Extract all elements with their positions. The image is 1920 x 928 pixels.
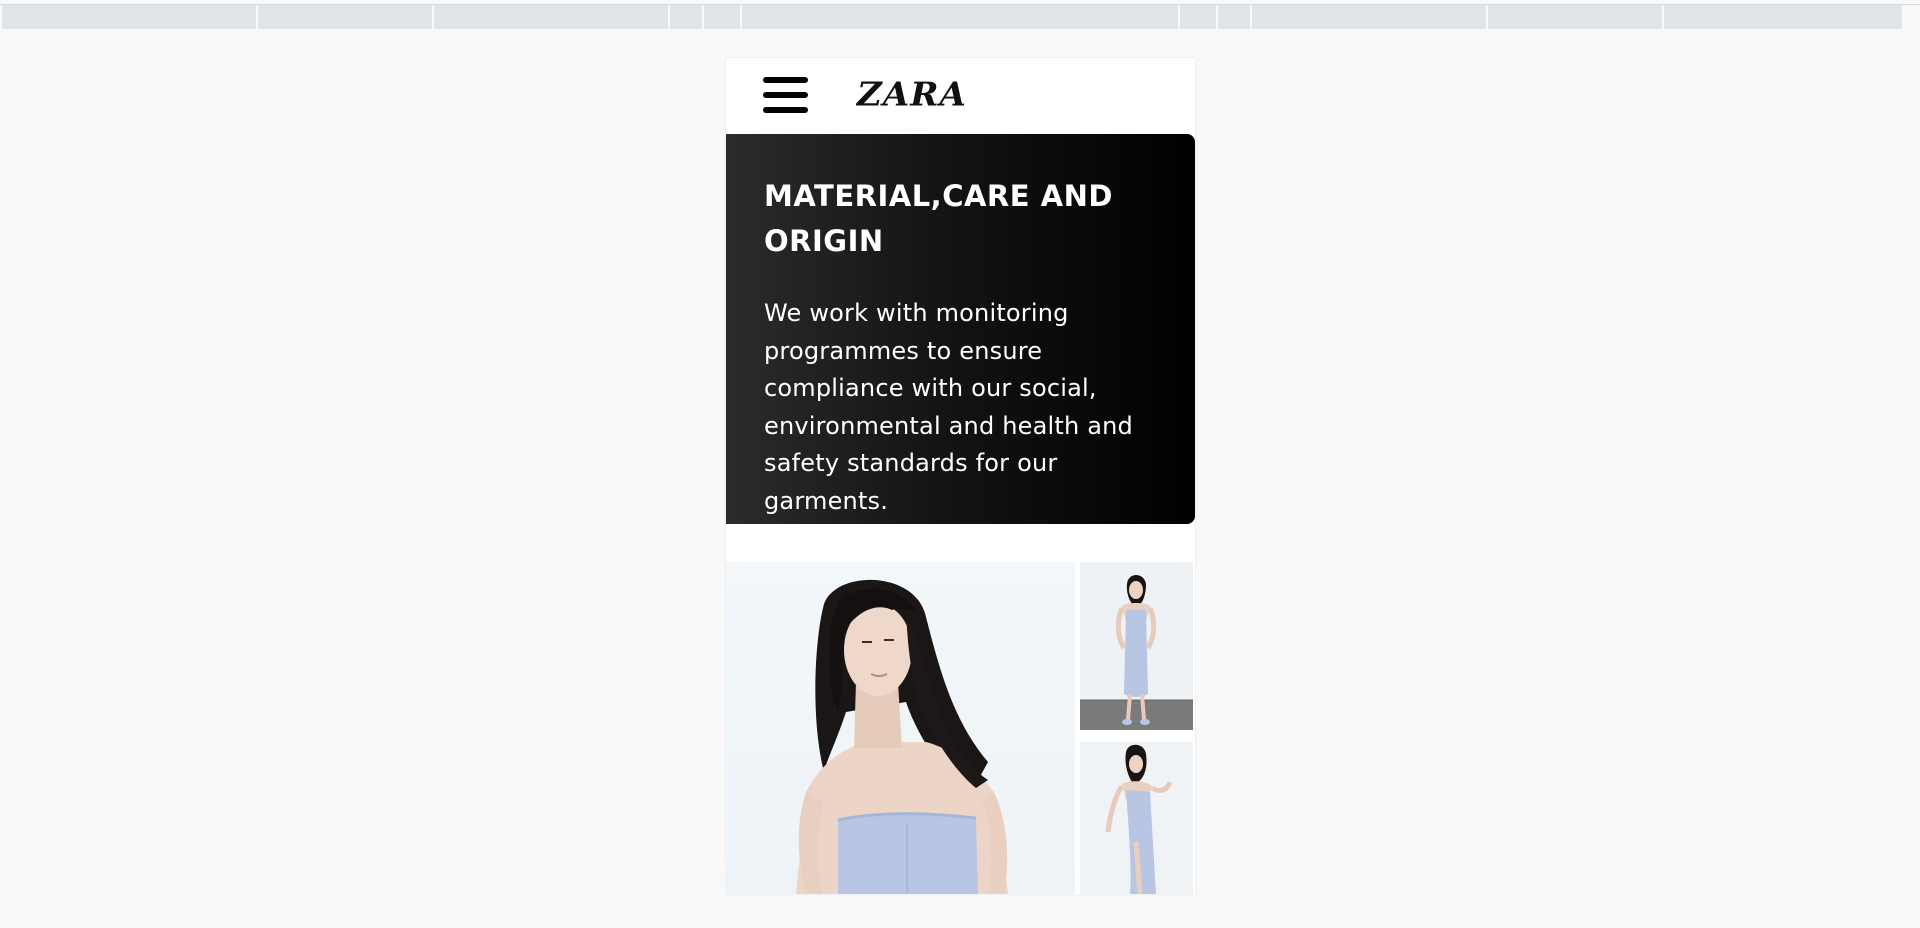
tab-segment[interactable] (704, 5, 740, 29)
product-photo-side-pose[interactable] (1080, 742, 1193, 894)
mobile-page: ZARA MATERIAL,CARE AND ORIGIN We work wi… (726, 58, 1195, 894)
tab-segment[interactable] (2, 5, 256, 29)
product-photo-main[interactable] (726, 562, 1075, 894)
browser-tab-strip (0, 4, 1920, 29)
tab-segment[interactable] (1252, 5, 1486, 29)
product-photo-full-length[interactable] (1080, 562, 1193, 730)
tab-segment[interactable] (1180, 5, 1216, 29)
tab-segment[interactable] (1218, 5, 1250, 29)
product-gallery (726, 562, 1195, 894)
tab-segment[interactable] (434, 5, 668, 29)
site-header: ZARA (726, 58, 1195, 134)
tab-segment[interactable] (1664, 5, 1902, 29)
tab-segment[interactable] (670, 5, 702, 29)
panel-body: We work with monitoring programmes to en… (764, 299, 1133, 515)
tab-segment[interactable] (1488, 5, 1662, 29)
tab-segment[interactable] (742, 5, 1178, 29)
tab-segment[interactable] (258, 5, 432, 29)
brand-logo[interactable]: ZARA (857, 76, 967, 114)
hamburger-menu-icon[interactable] (763, 74, 809, 116)
material-care-panel: MATERIAL,CARE AND ORIGIN We work with mo… (726, 134, 1195, 524)
panel-title: MATERIAL,CARE AND ORIGIN (764, 179, 1113, 258)
